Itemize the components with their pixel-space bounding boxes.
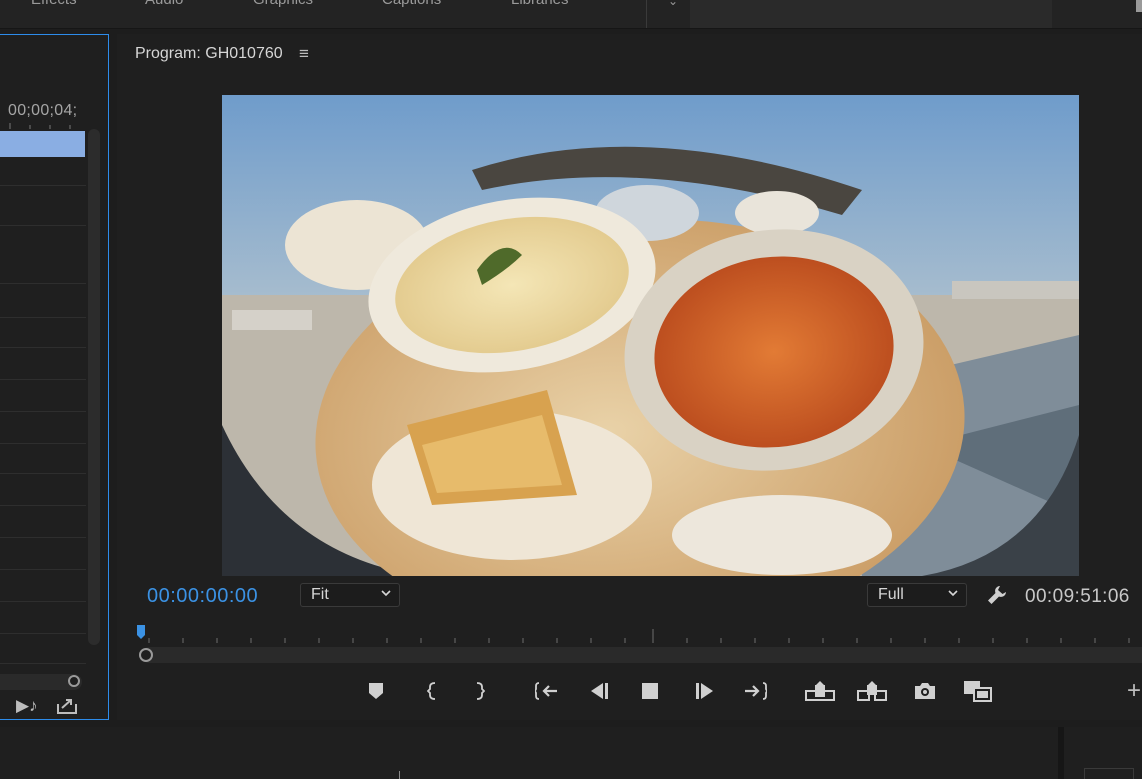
zoom-handle[interactable]: [139, 648, 153, 662]
track-divider: [0, 185, 86, 186]
panel-divider[interactable]: [1058, 727, 1064, 779]
track-divider: [0, 663, 86, 664]
wrench-icon[interactable]: [986, 584, 1008, 606]
marker-icon: [369, 683, 383, 699]
track-divider: [0, 569, 86, 570]
go-to-out-button[interactable]: [742, 679, 768, 703]
program-monitor: Program: GH010760 ≡ 00:00:00:00 Fit Full…: [117, 34, 1142, 720]
step-back-icon: [591, 683, 608, 699]
vertical-scrollbar[interactable]: [88, 129, 100, 645]
mark-out-button[interactable]: [467, 679, 493, 703]
track-divider: [0, 505, 86, 506]
step-forward-icon: [696, 683, 713, 699]
go-to-in-button[interactable]: [534, 679, 560, 703]
ruler-tick: [399, 771, 400, 779]
mark-in-icon: [427, 682, 436, 700]
track-divider: [0, 317, 86, 318]
time-ruler[interactable]: [139, 629, 1142, 645]
extract-icon: [857, 681, 887, 701]
lift-button[interactable]: [805, 679, 835, 703]
track-divider: [0, 601, 86, 602]
track-divider: [0, 537, 86, 538]
timeline-scrollbar[interactable]: [141, 647, 1142, 663]
audio-insert-icon[interactable]: ▶♪: [16, 696, 38, 716]
track-divider: [0, 443, 86, 444]
workspace-bar: Effects Audio Graphics Captions Librarie…: [0, 0, 1142, 29]
chevron-down-icon[interactable]: ⌄: [668, 0, 678, 8]
timeline-ruler-timecode: 00;00;04;: [8, 102, 78, 119]
workspace-tab-libraries[interactable]: Libraries: [511, 0, 569, 8]
workspace-tab-graphics[interactable]: Graphics: [253, 0, 313, 8]
duration-timecode: 00:09:51:06: [1025, 586, 1130, 607]
search-field[interactable]: [690, 0, 1052, 28]
timeline-clip[interactable]: [0, 131, 85, 157]
camera-icon: [915, 683, 935, 699]
zoom-level-value: Fit: [311, 586, 329, 603]
workspace-tab-captions[interactable]: Captions: [382, 0, 441, 8]
chevron-down-icon: [948, 590, 958, 597]
playback-resolution-select[interactable]: Full: [867, 583, 967, 607]
lift-icon: [805, 681, 835, 701]
extract-button[interactable]: [857, 679, 887, 703]
mark-in-button[interactable]: [419, 679, 445, 703]
divider: [646, 0, 647, 28]
go-to-in-icon: [535, 682, 557, 700]
track-divider: [0, 379, 86, 380]
export-icon[interactable]: [56, 695, 78, 715]
export-frame-button[interactable]: [912, 679, 938, 703]
comparison-view-button[interactable]: [963, 679, 993, 703]
add-marker-button[interactable]: [363, 679, 389, 703]
video-frame: [222, 95, 1079, 576]
track-divider: [0, 225, 86, 226]
track-divider: [0, 633, 86, 634]
zoom-handle[interactable]: [68, 675, 80, 687]
panel-control[interactable]: [1084, 768, 1134, 779]
timeline-panel[interactable]: 00;00;04; ▶♪: [0, 34, 109, 720]
step-forward-button[interactable]: [692, 679, 718, 703]
playback-resolution-value: Full: [878, 586, 904, 603]
step-back-button[interactable]: [586, 679, 612, 703]
bottom-panel: [0, 727, 1142, 779]
workspace-tab-effects[interactable]: Effects: [31, 0, 77, 8]
hamburger-icon[interactable]: ≡: [299, 44, 309, 64]
zoom-level-select[interactable]: Fit: [300, 583, 400, 607]
stop-icon: [642, 683, 658, 699]
stop-button[interactable]: [637, 679, 663, 703]
track-divider: [0, 473, 86, 474]
chevron-down-icon: [381, 590, 391, 597]
track-divider: [0, 283, 86, 284]
track-divider: [0, 347, 86, 348]
mark-out-icon: [476, 682, 485, 700]
button-editor-plus-icon[interactable]: +: [1127, 679, 1141, 703]
video-image: [222, 95, 1079, 576]
program-monitor-title[interactable]: Program: GH010760: [135, 45, 283, 63]
panel-menu-icon[interactable]: [1136, 0, 1142, 12]
timeline-ruler: [9, 123, 71, 129]
go-to-out-icon: [745, 682, 767, 700]
workspace-tab-audio[interactable]: Audio: [145, 0, 183, 8]
playhead[interactable]: [137, 625, 145, 639]
current-timecode[interactable]: 00:00:00:00: [147, 585, 258, 608]
comparison-view-icon: [964, 681, 992, 702]
track-divider: [0, 411, 86, 412]
